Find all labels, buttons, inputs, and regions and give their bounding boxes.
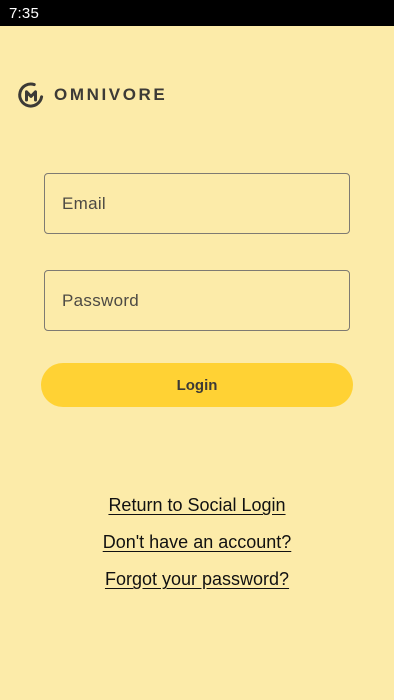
brand-name: OMNIVORE (54, 85, 168, 104)
login-button[interactable]: Login (41, 363, 353, 407)
email-field[interactable] (44, 173, 350, 234)
status-time: 7:35 (9, 4, 39, 22)
return-to-social-login-link[interactable]: Return to Social Login (108, 492, 285, 518)
password-field[interactable] (44, 270, 350, 331)
brand-logo: OMNIVORE (17, 81, 167, 109)
status-bar: 7:35 (0, 0, 394, 26)
omnivore-logo-icon (18, 82, 44, 108)
auth-links: Return to Social Login Don't have an acc… (0, 492, 394, 603)
forgot-password-link[interactable]: Forgot your password? (105, 566, 289, 592)
create-account-link[interactable]: Don't have an account? (103, 529, 292, 555)
